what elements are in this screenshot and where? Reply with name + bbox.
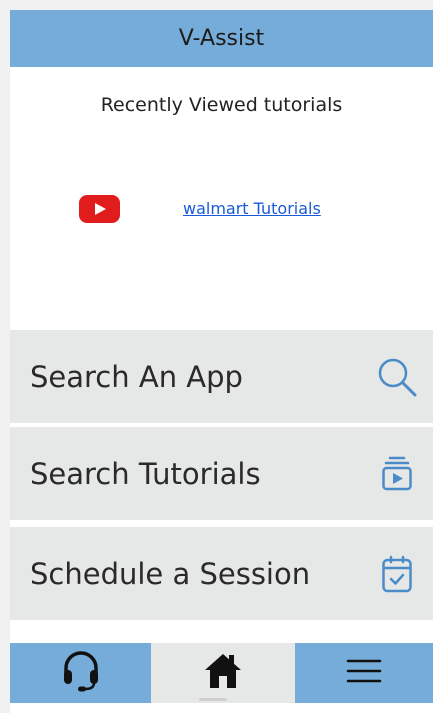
menu-item-label: Search An App xyxy=(30,359,243,394)
menu-nav-button[interactable] xyxy=(295,643,433,703)
home-nav-button[interactable] xyxy=(151,643,295,703)
support-nav-button[interactable] xyxy=(10,643,151,703)
search-icon xyxy=(375,355,419,399)
app-screen: V-Assist Recently Viewed tutorials walma… xyxy=(10,10,433,713)
menu-item-label: Schedule a Session xyxy=(30,556,311,591)
search-tutorials-button[interactable]: Search Tutorials xyxy=(10,427,433,520)
app-header: V-Assist xyxy=(10,10,433,67)
bottom-navigation xyxy=(10,643,433,703)
home-icon xyxy=(203,651,243,695)
video-library-icon xyxy=(375,452,419,496)
hamburger-menu-icon xyxy=(346,656,382,690)
schedule-session-button[interactable]: Schedule a Session xyxy=(10,527,433,620)
recent-tutorials-title: Recently Viewed tutorials xyxy=(100,94,343,116)
app-title: V-Assist xyxy=(178,26,265,51)
menu-item-label: Search Tutorials xyxy=(30,456,261,491)
youtube-icon[interactable] xyxy=(79,195,120,223)
headset-icon xyxy=(61,650,101,696)
home-indicator xyxy=(199,698,227,701)
calendar-check-icon xyxy=(375,552,419,596)
recent-tutorial-link[interactable]: walmart Tutorials xyxy=(183,199,321,218)
search-app-button[interactable]: Search An App xyxy=(10,330,433,423)
